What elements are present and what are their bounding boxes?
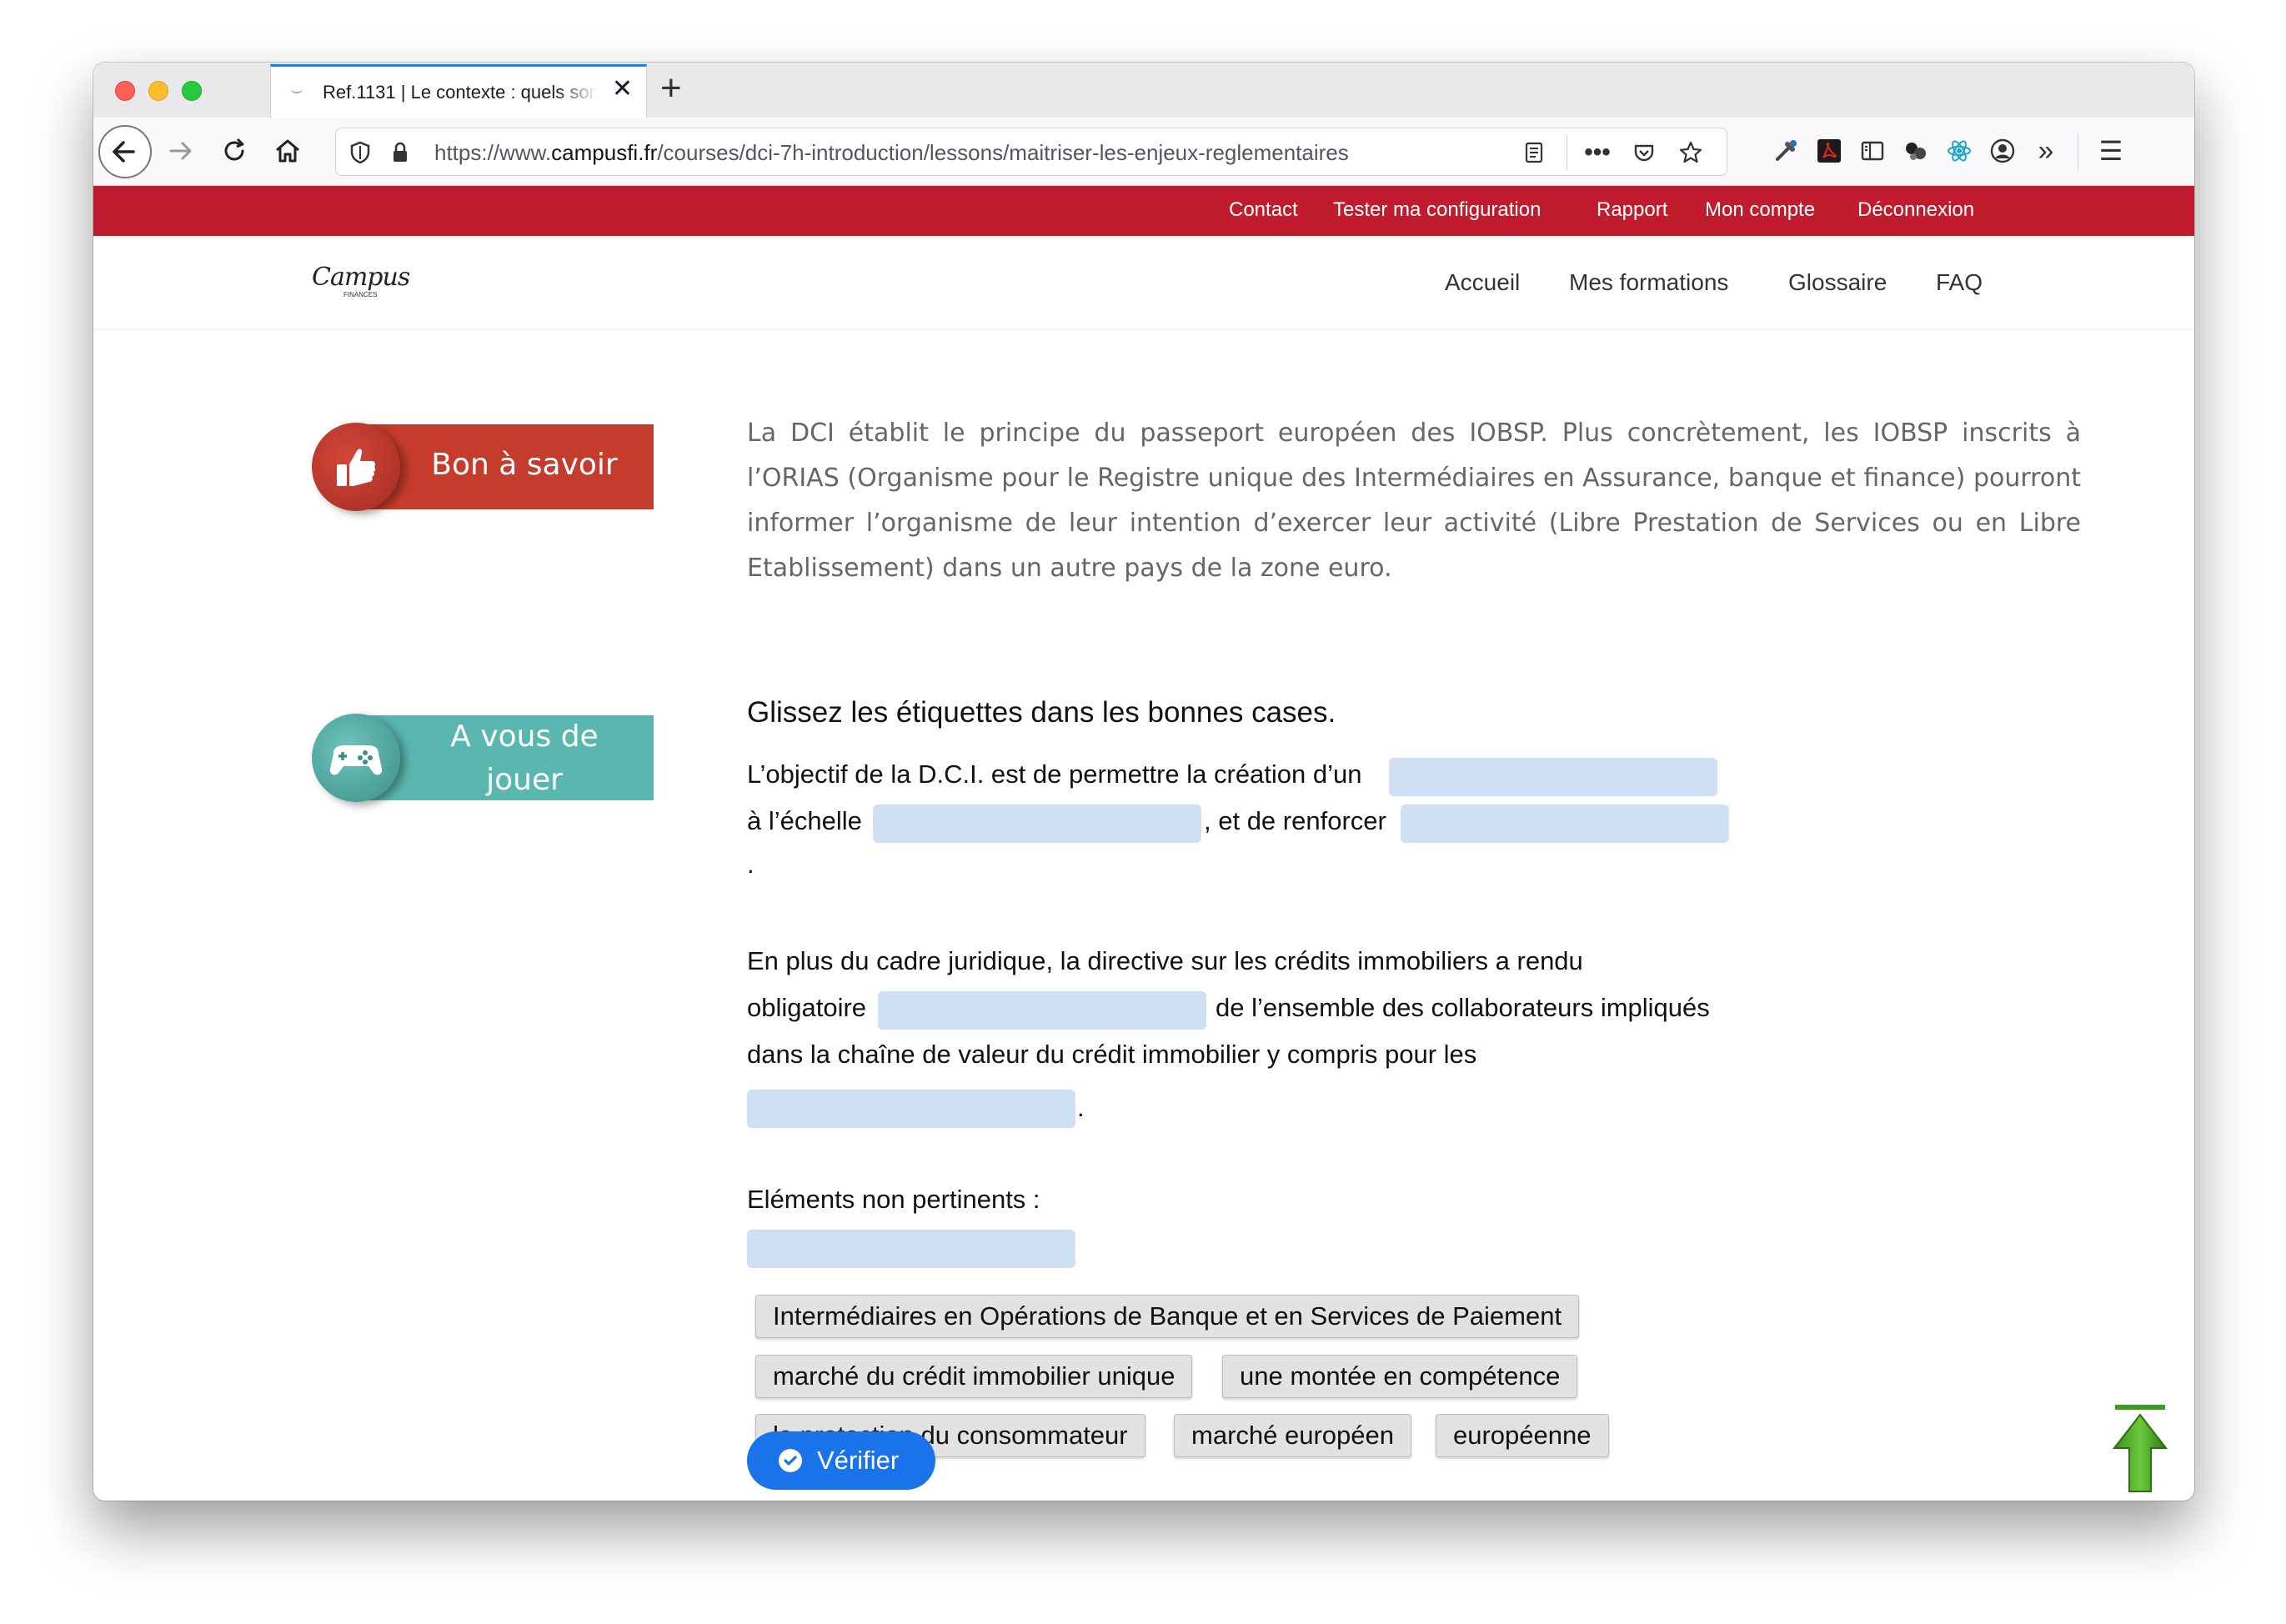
- intro-paragraph: La DCI établit le principe du passeport …: [747, 419, 2081, 583]
- menu-item-faq[interactable]: FAQ: [1936, 269, 1983, 296]
- thumbs-up-icon: [312, 423, 400, 511]
- screenshot-stage: Ref.1131 | Le contexte : quels sont ✕ + …: [0, 0, 2286, 1624]
- bookmark-star-icon[interactable]: [1675, 137, 1707, 168]
- drop-zone-4[interactable]: [878, 991, 1206, 1030]
- window-maximize-button[interactable]: [182, 81, 202, 101]
- drop-zone-irrelevant[interactable]: [747, 1230, 1075, 1268]
- menu-item-glossaire[interactable]: Glossaire: [1788, 269, 1887, 296]
- top-link-logout[interactable]: Déconnexion: [1857, 198, 1974, 222]
- react-devtools-icon[interactable]: [1943, 134, 1976, 168]
- web-page: Contact Tester ma configuration Rapport …: [93, 186, 2194, 1501]
- containers-extension-icon[interactable]: [1899, 134, 1933, 168]
- draggable-tag[interactable]: européenne: [1436, 1414, 1609, 1457]
- back-arrow-icon: [113, 141, 135, 163]
- navigation-toolbar: https://www.campusfi.fr/courses/dci-7h-i…: [93, 118, 2194, 186]
- exercise-title: Glissez les étiquettes dans les bonnes c…: [747, 696, 1336, 729]
- browser-window: Ref.1131 | Le contexte : quels sont ✕ + …: [93, 63, 2194, 1501]
- url-text[interactable]: https://www.campusfi.fr/courses/dci-7h-i…: [434, 140, 1468, 166]
- badge-label-line2: jouer: [486, 763, 563, 797]
- draggable-tag[interactable]: une montée en compétence: [1222, 1355, 1578, 1398]
- home-icon: [276, 139, 299, 163]
- sentence1-part2: à l’échelle: [747, 806, 862, 835]
- reload-icon: [224, 138, 244, 161]
- top-link-report[interactable]: Rapport: [1597, 198, 1667, 222]
- bon-a-savoir-badge: Bon à savoir: [312, 423, 654, 511]
- tab-active[interactable]: Ref.1131 | Le contexte : quels sont ✕: [270, 64, 647, 118]
- badge-label: A vous de jouer: [395, 715, 654, 802]
- draggable-tag[interactable]: Intermédiaires en Opérations de Banque e…: [755, 1295, 1580, 1338]
- eyedropper-extension-icon[interactable]: [1769, 134, 1802, 168]
- reader-view-icon[interactable]: [1518, 137, 1550, 168]
- site-header: Campus FINANCES Accueil Mes formations G…: [93, 236, 2194, 328]
- back-button[interactable]: [98, 125, 152, 178]
- check-circle-icon: [779, 1449, 802, 1472]
- tab-title: Ref.1131 | Le contexte : quels sont: [323, 82, 598, 103]
- badge-label: Bon à savoir: [431, 448, 618, 482]
- drop-zone-3[interactable]: [1401, 804, 1729, 843]
- logo-script: Campus: [312, 263, 410, 292]
- a-vous-de-jouer-badge: A vous de jouer: [312, 714, 654, 802]
- draggable-tag[interactable]: marché du crédit immobilier unique: [755, 1355, 1193, 1398]
- window-close-button[interactable]: [115, 81, 135, 101]
- sentence2-part1: En plus du cadre juridique, la directive…: [747, 946, 1583, 975]
- overflow-menu-icon[interactable]: »: [2029, 134, 2063, 168]
- lock-icon[interactable]: [388, 140, 413, 165]
- top-link-account[interactable]: Mon compte: [1705, 198, 1815, 222]
- tab-favicon-icon: [291, 88, 303, 93]
- top-link-contact[interactable]: Contact: [1229, 198, 1298, 222]
- sentence2-part3: de l’ensemble des collaborateurs impliqu…: [1216, 993, 1710, 1022]
- url-bar[interactable]: https://www.campusfi.fr/courses/dci-7h-i…: [335, 128, 1727, 176]
- drop-zone-5[interactable]: [747, 1090, 1075, 1128]
- top-utility-bar: Contact Tester ma configuration Rapport …: [93, 186, 2194, 236]
- pocket-icon[interactable]: [1628, 137, 1660, 168]
- tracking-shield-icon[interactable]: [348, 140, 373, 165]
- irrelevant-label: Eléments non pertinents :: [747, 1185, 1040, 1214]
- pdf-extension-icon[interactable]: [1812, 134, 1846, 168]
- tab-strip: Ref.1131 | Le contexte : quels sont ✕ +: [93, 63, 2194, 118]
- sentence1-part1: L’objectif de la D.C.I. est de permettre…: [747, 759, 1362, 789]
- drop-zone-2[interactable]: [873, 804, 1201, 843]
- sentence2-part2: obligatoire: [747, 993, 867, 1022]
- forward-button[interactable]: [162, 132, 200, 170]
- sentence2-part4: dans la chaîne de valeur du crédit immob…: [747, 1040, 1477, 1069]
- sentence2-end: .: [1077, 1093, 1085, 1122]
- top-link-test-config[interactable]: Tester ma configuration: [1333, 198, 1541, 222]
- site-logo[interactable]: Campus FINANCES: [312, 258, 410, 304]
- home-button[interactable]: [268, 132, 307, 170]
- sidebar-toggle-icon[interactable]: [1856, 134, 1889, 168]
- sentence1-part3: , et de renforcer: [1204, 806, 1386, 835]
- reload-button[interactable]: [215, 132, 253, 170]
- forward-arrow-icon: [169, 142, 192, 160]
- draggable-tag[interactable]: marché européen: [1174, 1414, 1411, 1457]
- drop-zone-1[interactable]: [1389, 758, 1717, 796]
- menu-item-mes-formations[interactable]: Mes formations: [1569, 269, 1728, 296]
- hamburger-menu-icon[interactable]: ☰: [2094, 134, 2128, 168]
- more-actions-icon[interactable]: •••: [1582, 137, 1613, 168]
- scroll-to-top-button[interactable]: [2111, 1405, 2169, 1496]
- tab-close-icon[interactable]: ✕: [612, 77, 633, 102]
- verify-button[interactable]: Vérifier: [747, 1431, 935, 1490]
- up-arrow-icon: [2112, 1405, 2168, 1492]
- sentence1-end: .: [747, 850, 754, 879]
- logo-subtitle: FINANCES: [343, 291, 378, 298]
- new-tab-button[interactable]: +: [660, 68, 682, 109]
- badge-label-line1: A vous de: [450, 719, 599, 754]
- account-icon[interactable]: [1986, 134, 2019, 168]
- menu-item-accueil[interactable]: Accueil: [1445, 269, 1520, 296]
- gamepad-icon: [312, 714, 400, 802]
- window-minimize-button[interactable]: [148, 81, 168, 101]
- verify-label: Vérifier: [817, 1446, 900, 1475]
